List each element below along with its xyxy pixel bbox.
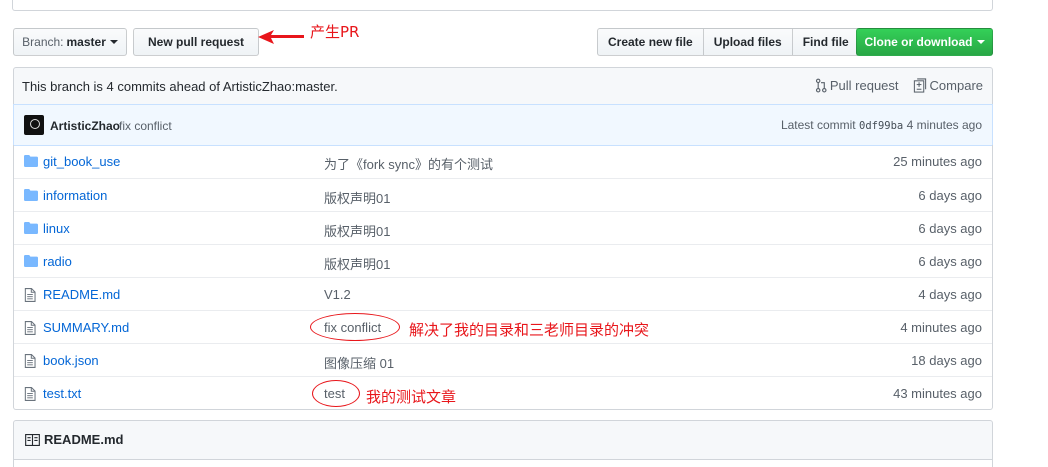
latest-commit-info: Latest commit 0df99ba 4 minutes ago: [781, 118, 982, 132]
chevron-down-icon: [109, 40, 118, 44]
file-actions-group: Create new file Upload files Find file: [597, 28, 860, 56]
annotation-ellipse-conflict: [310, 313, 400, 341]
commit-message[interactable]: fix conflict: [119, 119, 172, 133]
git-pull-request-icon: [815, 78, 827, 93]
annotation-test-note: 我的测试文章: [366, 388, 457, 406]
folder-icon: [24, 189, 38, 204]
file-commit-message[interactable]: 为了《fork sync》的有个测试: [324, 154, 493, 173]
file-icon: [24, 321, 36, 338]
table-row: linux 版权声明01 6 days ago: [14, 211, 992, 244]
pull-request-label: Pull request: [829, 78, 899, 93]
file-commit-age: 43 minutes ago: [893, 386, 982, 401]
branch-name: master: [66, 35, 106, 49]
commit-sha-link[interactable]: 0df99ba: [859, 120, 903, 132]
compare-link[interactable]: Compare: [913, 78, 983, 93]
file-commit-age: 18 days ago: [911, 353, 982, 368]
find-file-button[interactable]: Find file: [791, 28, 860, 56]
create-new-file-button[interactable]: Create new file: [597, 28, 704, 56]
file-navigation-toolbar: Branch: master New pull request Create n…: [13, 28, 993, 56]
file-commit-message[interactable]: 版权声明01: [324, 221, 390, 240]
file-name-link[interactable]: git_book_use: [43, 154, 120, 169]
file-list: git_book_use 为了《fork sync》的有个测试 25 minutes…: [13, 145, 993, 410]
readme-header: README.md: [13, 420, 993, 460]
branch-status-links: Pull request Compare: [815, 78, 983, 93]
file-commit-message[interactable]: 版权声明01: [324, 188, 390, 207]
branch-select-button[interactable]: Branch: master: [13, 28, 127, 56]
file-name-link[interactable]: SUMMARY.md: [43, 320, 129, 335]
folder-icon: [24, 222, 38, 237]
file-commit-age: 4 days ago: [918, 287, 982, 302]
clone-label: Clone or download: [864, 35, 973, 49]
annotation-conflict-note: 解决了我的目录和三老师目录的冲突: [409, 321, 650, 339]
find-file-label: Find file: [802, 35, 849, 49]
annotation-ellipse-test: [312, 380, 360, 407]
readme-body: [13, 459, 993, 467]
commit-age: 4 minutes ago: [906, 118, 982, 132]
file-commit-message[interactable]: 版权声明01: [324, 254, 390, 273]
latest-commit-bar: ArtisticZhao fix conflict Latest commit …: [13, 104, 993, 146]
table-row: book.json 图像压缩 01 18 days ago: [14, 343, 992, 376]
upload-files-label: Upload files: [713, 35, 782, 49]
branch-status-text: This branch is 4 commits ahead of Artist…: [22, 79, 338, 94]
table-row: radio 版权声明01 6 days ago: [14, 244, 992, 277]
commit-author[interactable]: ArtisticZhao: [50, 119, 120, 133]
new-pull-request-label: New pull request: [147, 35, 245, 49]
chevron-down-icon: [976, 40, 985, 44]
file-commit-age: 4 minutes ago: [900, 320, 982, 335]
readme-title: README.md: [44, 432, 124, 447]
file-commit-age: 6 days ago: [918, 188, 982, 203]
file-name-link[interactable]: information: [43, 188, 107, 203]
file-icon: [24, 354, 36, 371]
create-new-file-label: Create new file: [608, 35, 693, 49]
branch-label: Branch:: [22, 35, 64, 49]
file-commit-age: 25 minutes ago: [893, 154, 982, 169]
pull-request-link[interactable]: Pull request: [815, 78, 899, 93]
compare-label: Compare: [929, 78, 983, 93]
avatar[interactable]: [24, 115, 44, 135]
file-name-link[interactable]: linux: [43, 221, 70, 236]
file-name-link[interactable]: test.txt: [43, 386, 81, 401]
file-name-link[interactable]: README.md: [43, 287, 120, 302]
annotation-pr-note: 产生PR: [310, 23, 360, 41]
folder-icon: [24, 155, 38, 170]
file-name-link[interactable]: radio: [43, 254, 72, 269]
table-row: README.md V1.2 4 days ago: [14, 277, 992, 310]
file-icon: [24, 387, 36, 404]
file-icon: [24, 288, 36, 305]
table-row: information 版权声明01 6 days ago: [14, 178, 992, 211]
table-row: test.txt test 43 minutes ago: [14, 376, 992, 409]
previous-panel-edge: [12, 0, 993, 11]
upload-files-button[interactable]: Upload files: [702, 28, 793, 56]
diff-icon: [913, 78, 926, 93]
file-name-link[interactable]: book.json: [43, 353, 99, 368]
clone-or-download-button[interactable]: Clone or download: [856, 28, 993, 56]
file-commit-age: 6 days ago: [918, 254, 982, 269]
annotation-arrow-icon: [258, 30, 304, 44]
book-icon: [25, 434, 40, 446]
table-row: git_book_use 为了《fork sync》的有个测试 25 minutes…: [14, 145, 992, 178]
folder-icon: [24, 255, 38, 270]
file-commit-message[interactable]: 图像压缩 01: [324, 353, 394, 372]
latest-commit-label: Latest commit: [780, 118, 856, 132]
new-pull-request-button[interactable]: New pull request: [133, 28, 259, 56]
file-commit-age: 6 days ago: [918, 221, 982, 236]
branch-status-bar: This branch is 4 commits ahead of Artist…: [13, 67, 993, 105]
file-commit-message[interactable]: V1.2: [324, 287, 351, 302]
